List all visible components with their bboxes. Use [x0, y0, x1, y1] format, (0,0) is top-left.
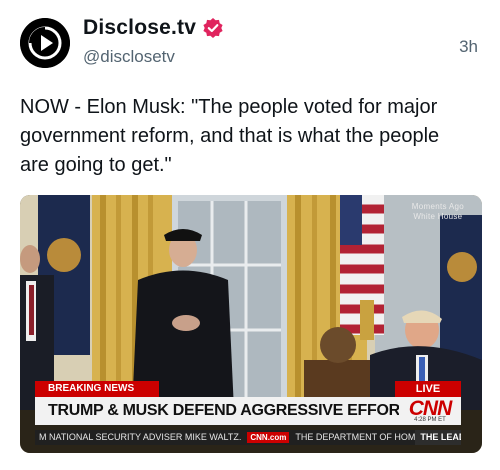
network-logo: CNN 4:28 PM ET [399, 397, 461, 425]
author-handle[interactable]: @disclosetv [83, 47, 175, 67]
post-video[interactable]: Moments Ago White House BREAKING NEWS LI… [20, 195, 482, 453]
verified-badge-icon [202, 17, 224, 39]
author-avatar[interactable] [20, 18, 70, 68]
tweet-card[interactable]: Disclose.tv @disclosetv 3h NOW - Elon Mu… [0, 0, 500, 470]
ticker-text-left: M NATIONAL SECURITY ADVISER MIKE WALTZ. [39, 432, 242, 442]
ticker-text-right: THE DEPARTMENT OF HOM [295, 432, 416, 442]
ticker-network-chip: CNN.com [247, 432, 290, 443]
chyron-clock: 4:28 PM ET [414, 417, 446, 423]
corner-bug-line-2: White House [413, 212, 463, 221]
author-name-row: Disclose.tv [83, 16, 224, 40]
breaking-news-label: BREAKING NEWS [35, 381, 159, 397]
author-name[interactable]: Disclose.tv [83, 16, 196, 40]
video-corner-bug: Moments Ago White House [412, 202, 464, 222]
post-text: NOW - Elon Musk: "The people voted for m… [20, 96, 440, 176]
ticker-program-label: THE LEAD [415, 430, 461, 445]
post-timestamp[interactable]: 3h [459, 37, 478, 57]
live-label: LIVE [395, 381, 461, 397]
chyron-headline: TRUMP & MUSK DEFEND AGGRESSIVE EFFORTS T… [35, 397, 399, 425]
news-ticker: M NATIONAL SECURITY ADVISER MIKE WALTZ. … [35, 430, 461, 445]
corner-bug-line-1: Moments Ago [411, 202, 464, 211]
play-icon [20, 18, 70, 68]
